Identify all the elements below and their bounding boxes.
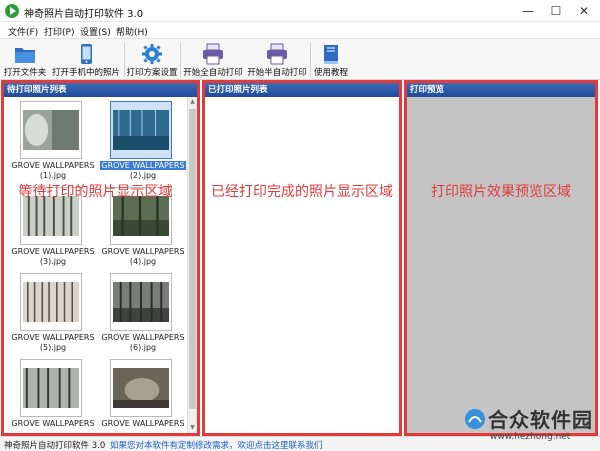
printer-icon [267, 43, 287, 65]
printer-icon [203, 43, 223, 65]
menu-bar: 文件(F) 打印(P) 设置(S) 帮助(H) [0, 22, 600, 38]
photo-thumbnail[interactable]: GROVE WALLPAPERS (1).jpg [6, 101, 100, 189]
phone-icon [81, 44, 92, 64]
photo-image [23, 110, 79, 150]
preview-panel-title: 打印预览 [407, 83, 595, 97]
photo-thumbnail[interactable]: GROVE WALLPAPERS (5).jpg [6, 273, 100, 361]
photo-image [23, 368, 79, 408]
photo-thumbnail[interactable]: GROVE WALLPAPERS (6).jpg [96, 273, 190, 361]
photo-image [23, 282, 79, 322]
photo-thumbnail[interactable]: GROVE WALLPAPERS [6, 359, 100, 447]
toolbar-separator [180, 43, 181, 77]
menu-help[interactable]: 帮助(H) [116, 25, 148, 38]
window-title: 神奇照片自动打印软件 3.0 [24, 9, 144, 20]
printed-panel-title: 已打印照片列表 [205, 83, 399, 97]
app-icon [5, 4, 19, 18]
tutorial-button[interactable]: 使用教程 [312, 41, 350, 79]
title-bar: 神奇照片自动打印软件 3.0 — ☐ ✕ [0, 0, 600, 22]
scroll-thumb[interactable] [189, 109, 196, 409]
photo-image [23, 196, 79, 236]
preview-canvas [407, 97, 595, 433]
watermark: 合众软件园 www.hezhong.net [462, 400, 598, 448]
status-version: 神奇照片自动打印软件 3.0 [4, 441, 106, 451]
watermark-url: www.hezhong.net [490, 432, 571, 442]
book-icon [324, 45, 338, 64]
print-settings-button[interactable]: 打印方案设置 [126, 41, 178, 79]
maximize-button[interactable]: ☐ [542, 0, 570, 22]
start-semi-auto-print-button[interactable]: 开始半自动打印 [246, 41, 308, 79]
start-full-auto-print-button[interactable]: 开始全自动打印 [182, 41, 244, 79]
printed-area-note: 已经打印完成的照片显示区域 [211, 184, 393, 200]
scroll-down-icon[interactable]: ▼ [188, 423, 197, 433]
menu-file[interactable]: 文件(F) [8, 25, 38, 38]
open-phone-photos-button[interactable]: 打开手机中的照片 [50, 41, 122, 79]
print-preview-panel: 打印预览 打印照片效果预览区域 [404, 80, 598, 436]
close-button[interactable]: ✕ [570, 0, 598, 22]
printed-photos-panel: 已打印照片列表 已经打印完成的照片显示区域 [202, 80, 402, 436]
scroll-up-icon[interactable]: ▲ [188, 97, 197, 107]
pending-area-note: 等待打印的照片显示区域 [18, 184, 173, 200]
pending-photos-panel: 待打印照片列表 GROVE WALLPAPERS (1).jpg GROVE WA… [1, 80, 200, 436]
toolbar-separator [124, 43, 125, 77]
minimize-button[interactable]: — [514, 0, 542, 22]
pending-scrollbar[interactable]: ▲ ▼ [187, 97, 197, 433]
photo-image [113, 282, 169, 322]
photo-image [113, 196, 169, 236]
pending-panel-title: 待打印照片列表 [4, 83, 197, 97]
contact-link[interactable]: 如果您对本软件有定制修改需求，欢迎点击这里联系我们 [110, 439, 323, 451]
watermark-logo-icon [465, 409, 485, 429]
preview-area-note: 打印照片效果预览区域 [431, 184, 571, 200]
photo-image [113, 368, 169, 408]
toolbar: 打开文件夹 打开手机中的照片 打印方案设置 开始全自动打印 开始半自动打印 使用… [0, 38, 600, 80]
toolbar-separator [310, 43, 311, 77]
gear-icon [142, 44, 162, 64]
photo-thumbnail-selected[interactable]: GROVE WALLPAPERS (2).jpg [96, 101, 190, 189]
folder-icon [15, 48, 35, 63]
menu-settings[interactable]: 设置(S) [80, 25, 111, 38]
open-folder-button[interactable]: 打开文件夹 [2, 41, 48, 79]
photo-image [113, 110, 169, 150]
menu-print[interactable]: 打印(P) [44, 25, 74, 38]
photo-thumbnail[interactable]: GROVE WALLPAPERS [96, 359, 190, 447]
watermark-name: 合众软件园 [488, 408, 593, 432]
